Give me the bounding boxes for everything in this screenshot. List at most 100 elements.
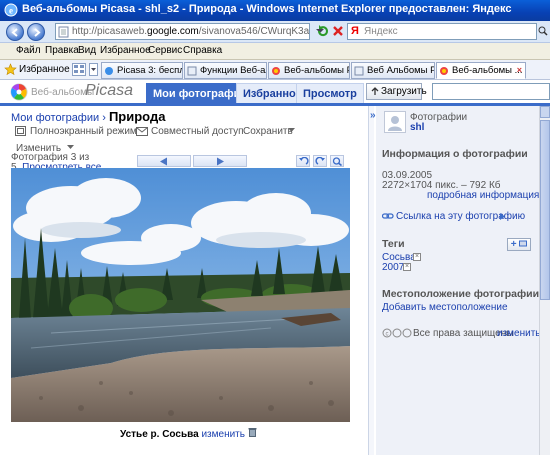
fullscreen-icon[interactable] bbox=[15, 126, 26, 136]
edit-caption-link[interactable]: изменить bbox=[201, 429, 245, 440]
menu-tools[interactable]: Сервис bbox=[148, 45, 182, 56]
next-photo-button[interactable] bbox=[193, 155, 247, 167]
owner-avatar[interactable] bbox=[384, 111, 406, 133]
logo-text-big: Picasa bbox=[85, 82, 134, 99]
owner-name-link[interactable]: shl bbox=[410, 122, 424, 133]
rotate-left-icon bbox=[299, 157, 309, 165]
picasa-tab-icon bbox=[272, 67, 280, 75]
forward-arrow-icon bbox=[34, 28, 41, 37]
browser-logo-icon: e bbox=[4, 3, 18, 17]
breadcrumb-home[interactable]: Мои фотографии bbox=[11, 112, 99, 124]
tab-list-dropdown[interactable] bbox=[89, 63, 98, 76]
tab-close-icon[interactable]: × bbox=[517, 65, 522, 75]
svg-text:e: e bbox=[9, 6, 13, 16]
browser-tab-2[interactable]: Функции Веб-альб... bbox=[184, 62, 267, 79]
browser-tab-3[interactable]: Веб-альбомы Pica... bbox=[268, 62, 350, 79]
picasa-tab-icon bbox=[440, 67, 448, 75]
refresh-icon[interactable] bbox=[316, 24, 330, 38]
location-heading: Местоположение фотографии bbox=[382, 288, 540, 300]
upload-button[interactable]: Загрузить bbox=[366, 83, 427, 100]
search-placeholder: Яндекс bbox=[364, 26, 398, 37]
rotate-right-button[interactable] bbox=[313, 155, 327, 167]
favorites-label[interactable]: Избранное bbox=[19, 64, 70, 75]
album-title: Природа bbox=[108, 109, 166, 124]
tag-icon bbox=[519, 240, 528, 247]
menu-file[interactable]: Файл bbox=[16, 45, 41, 56]
browser-tab-5[interactable]: Веб-альбомы ... × bbox=[436, 62, 526, 79]
picasa-tab-icon bbox=[105, 67, 113, 75]
window-title: Веб-альбомы Picasa - shl_s2 - Природа - … bbox=[22, 3, 512, 15]
magnifier-icon bbox=[332, 157, 343, 166]
tab-label: Веб-альбомы ... bbox=[452, 65, 523, 76]
tab-label: Веб-альбомы Pica... bbox=[284, 65, 349, 76]
scroll-thumb[interactable] bbox=[540, 120, 550, 300]
menu-favorites[interactable]: Избранное bbox=[100, 45, 151, 56]
fullscreen-link[interactable]: Полноэкранный режим bbox=[30, 126, 137, 137]
info-heading: Информация о фотографии bbox=[382, 148, 528, 160]
picasa-search-input[interactable] bbox=[432, 83, 550, 100]
remove-tag-icon[interactable]: × bbox=[403, 263, 411, 271]
breadcrumb-separator: › bbox=[102, 112, 106, 124]
collapse-sidebar-icon[interactable]: » bbox=[370, 110, 376, 121]
tab-label: Веб Альбомы Pica... bbox=[367, 65, 434, 76]
triangle-right-icon bbox=[500, 213, 505, 220]
trash-icon[interactable] bbox=[248, 427, 257, 437]
address-input[interactable]: http://picasaweb.google.com/sivanova546/… bbox=[55, 23, 310, 40]
save-dropdown[interactable]: Сохранить bbox=[243, 126, 293, 137]
forward-button[interactable] bbox=[27, 23, 45, 41]
link-icon bbox=[382, 213, 394, 219]
search-icon[interactable] bbox=[538, 25, 548, 37]
previous-photo-button[interactable] bbox=[137, 155, 191, 167]
share-icon[interactable] bbox=[136, 126, 148, 136]
zoom-button[interactable] bbox=[330, 155, 344, 167]
page-tab-icon bbox=[187, 66, 197, 76]
yandex-logo: Я bbox=[351, 25, 359, 37]
scroll-up-button[interactable] bbox=[540, 106, 550, 118]
page-icon bbox=[58, 26, 69, 38]
upload-label: Загрузить bbox=[381, 86, 427, 97]
picasa-header: Веб-альбомы Picasa Мои фотографии Избран… bbox=[0, 80, 550, 103]
favorites-star-icon[interactable] bbox=[4, 63, 17, 76]
menu-edit[interactable]: Правка bbox=[45, 45, 79, 56]
chevron-down-icon bbox=[91, 68, 96, 71]
rotate-right-icon bbox=[315, 157, 325, 165]
address-row: http://picasaweb.google.com/sivanova546/… bbox=[0, 21, 550, 43]
photo-caption: Устье р. Сосьва bbox=[120, 429, 199, 440]
add-location-link[interactable]: Добавить местоположение bbox=[382, 302, 508, 313]
rights-edit-link[interactable]: изменить bbox=[497, 328, 541, 339]
more-info-link[interactable]: подробная информация bbox=[427, 190, 539, 201]
title-bar: e Веб-альбомы Picasa - shl_s2 - Природа … bbox=[0, 0, 550, 21]
browser-tab-1[interactable]: Picasa 3: бесплат... bbox=[101, 62, 183, 79]
chevron-down-icon[interactable] bbox=[288, 128, 295, 134]
tab-label: Picasa 3: бесплат... bbox=[117, 65, 183, 76]
menu-help[interactable]: Справка bbox=[183, 45, 222, 56]
breadcrumb: Мои фотографии › Природа bbox=[11, 109, 165, 124]
license-icon: c bbox=[382, 328, 412, 338]
menu-view[interactable]: Вид bbox=[78, 45, 96, 56]
main-photo[interactable] bbox=[11, 168, 350, 422]
quick-tabs-icon[interactable] bbox=[72, 63, 86, 76]
remove-tag-icon[interactable]: × bbox=[413, 253, 421, 261]
browser-tab-4[interactable]: Веб Альбомы Pica... bbox=[351, 62, 435, 79]
stop-icon[interactable] bbox=[331, 24, 345, 38]
tab-explore[interactable]: Просмотр bbox=[296, 83, 364, 103]
back-button[interactable] bbox=[6, 23, 24, 41]
svg-text:c: c bbox=[386, 332, 389, 338]
add-tag-button[interactable]: + bbox=[507, 238, 531, 251]
rotate-left-button[interactable] bbox=[296, 155, 310, 167]
photo-link[interactable]: Ссылка на эту фотографию bbox=[396, 211, 525, 222]
page-scrollbar[interactable] bbox=[539, 106, 550, 455]
share-link[interactable]: Совместный доступ bbox=[151, 126, 244, 137]
picasa-logo-icon[interactable] bbox=[10, 83, 28, 101]
user-icon bbox=[388, 116, 402, 131]
tags-heading: Теги bbox=[382, 238, 405, 250]
menu-bar: Файл Правка Вид Избранное Сервис Справка bbox=[0, 43, 550, 60]
upload-icon bbox=[371, 87, 379, 95]
chevron-down-icon bbox=[66, 145, 74, 149]
favorites-bar: Избранное Picasa 3: бесплат... Функции В… bbox=[0, 60, 550, 80]
tag-link-2007[interactable]: 2007 bbox=[382, 262, 404, 273]
back-arrow-icon bbox=[11, 28, 18, 37]
tab-label: Функции Веб-альб... bbox=[200, 65, 266, 76]
arrow-left-icon bbox=[160, 157, 167, 166]
search-input[interactable]: Я Яндекс bbox=[347, 23, 537, 40]
